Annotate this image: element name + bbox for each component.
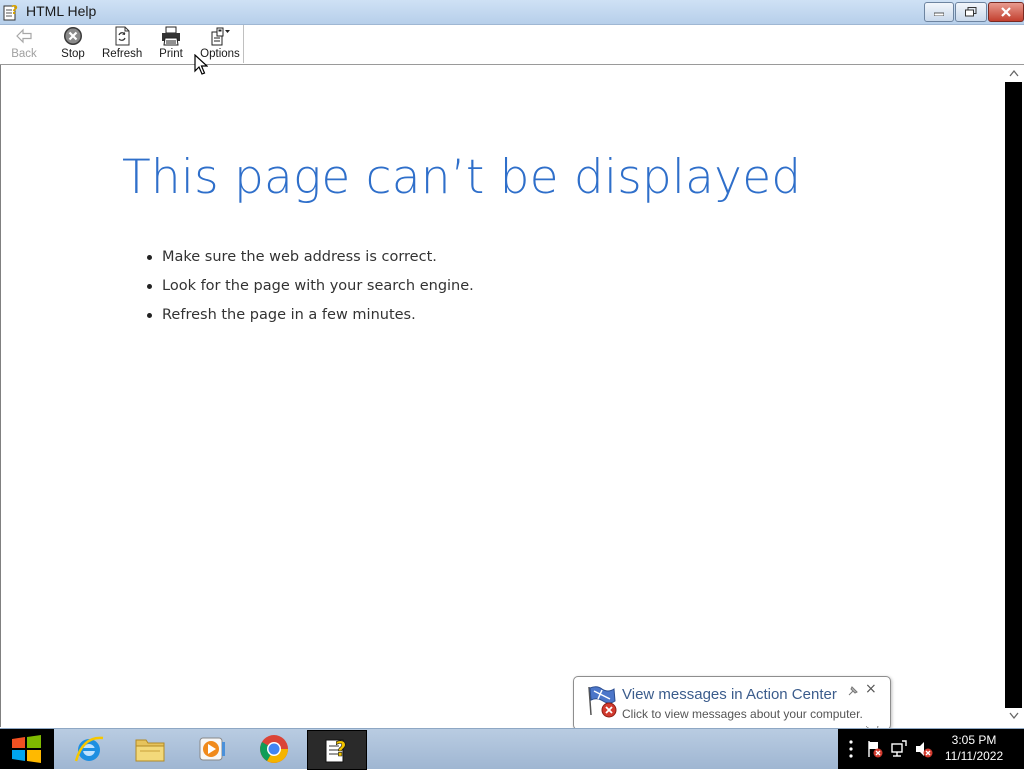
scroll-up-icon[interactable] bbox=[1009, 69, 1019, 77]
taskbar-file-explorer[interactable] bbox=[121, 730, 179, 768]
media-player-icon bbox=[199, 737, 225, 761]
taskbar-internet-explorer[interactable] bbox=[60, 730, 118, 768]
close-icon bbox=[1001, 7, 1011, 17]
toolbar: Back Stop Refresh Print Options bbox=[0, 25, 1024, 65]
refresh-button[interactable]: Refresh bbox=[102, 26, 142, 62]
back-button[interactable]: Back bbox=[6, 26, 42, 62]
html-help-icon: ? bbox=[325, 737, 347, 763]
action-center-notification[interactable]: View messages in Action Center Click to … bbox=[573, 676, 891, 730]
tips-list: Make sure the web address is correct. Lo… bbox=[146, 246, 474, 333]
notification-close-button[interactable]: × bbox=[865, 681, 877, 697]
notification-body: Click to view messages about your comput… bbox=[622, 707, 863, 721]
window-title: HTML Help bbox=[26, 3, 97, 19]
close-button[interactable] bbox=[988, 2, 1024, 22]
refresh-icon bbox=[115, 26, 130, 46]
refresh-label: Refresh bbox=[102, 48, 143, 60]
show-hidden-icons-icon[interactable] bbox=[848, 739, 854, 759]
notification-title: View messages in Action Center bbox=[622, 686, 837, 703]
title-bar: ? HTML Help bbox=[0, 0, 1024, 25]
internet-explorer-icon bbox=[74, 736, 104, 762]
start-button[interactable] bbox=[0, 729, 54, 769]
pin-icon[interactable] bbox=[847, 685, 859, 697]
back-arrow-icon bbox=[16, 28, 32, 44]
volume-muted-icon[interactable] bbox=[914, 739, 934, 759]
stop-button[interactable]: Stop bbox=[56, 26, 90, 62]
file-explorer-icon bbox=[135, 739, 165, 762]
stop-label: Stop bbox=[61, 48, 85, 60]
options-icon bbox=[211, 27, 230, 46]
list-item: Look for the page with your search engin… bbox=[146, 275, 474, 304]
taskbar-html-help[interactable]: ? bbox=[307, 730, 367, 770]
network-icon[interactable] bbox=[890, 739, 908, 759]
mouse-pointer-icon bbox=[194, 54, 208, 75]
svg-text:?: ? bbox=[335, 737, 347, 761]
back-label: Back bbox=[11, 48, 37, 60]
scroll-down-icon[interactable] bbox=[1009, 712, 1019, 720]
minimize-button[interactable] bbox=[924, 2, 954, 22]
svg-text:?: ? bbox=[11, 3, 18, 17]
minimize-icon bbox=[934, 12, 944, 16]
windows-logo-icon bbox=[12, 735, 41, 763]
scrollbar-thumb[interactable] bbox=[1005, 82, 1022, 708]
clock-date: 11/11/2022 bbox=[944, 749, 1004, 763]
restore-button[interactable] bbox=[955, 2, 987, 22]
chrome-icon bbox=[260, 735, 288, 763]
action-center-flag-icon[interactable] bbox=[866, 739, 884, 759]
taskbar-chrome[interactable] bbox=[245, 730, 303, 768]
list-item: Make sure the web address is correct. bbox=[146, 246, 474, 275]
list-item: Refresh the page in a few minutes. bbox=[146, 304, 474, 333]
clock-time: 3:05 PM bbox=[951, 733, 997, 747]
printer-icon bbox=[162, 26, 180, 46]
print-label: Print bbox=[159, 48, 183, 60]
page-heading: This page can’t be displayed bbox=[122, 150, 802, 205]
taskbar-clock[interactable]: 3:05 PM 11/11/2022 bbox=[938, 732, 1010, 764]
action-center-flag-icon bbox=[588, 686, 617, 718]
print-button[interactable]: Print bbox=[156, 26, 186, 62]
restore-icon bbox=[965, 7, 977, 17]
stop-icon bbox=[64, 27, 82, 45]
taskbar-media-player[interactable] bbox=[183, 730, 241, 768]
html-help-icon: ? bbox=[3, 3, 18, 21]
